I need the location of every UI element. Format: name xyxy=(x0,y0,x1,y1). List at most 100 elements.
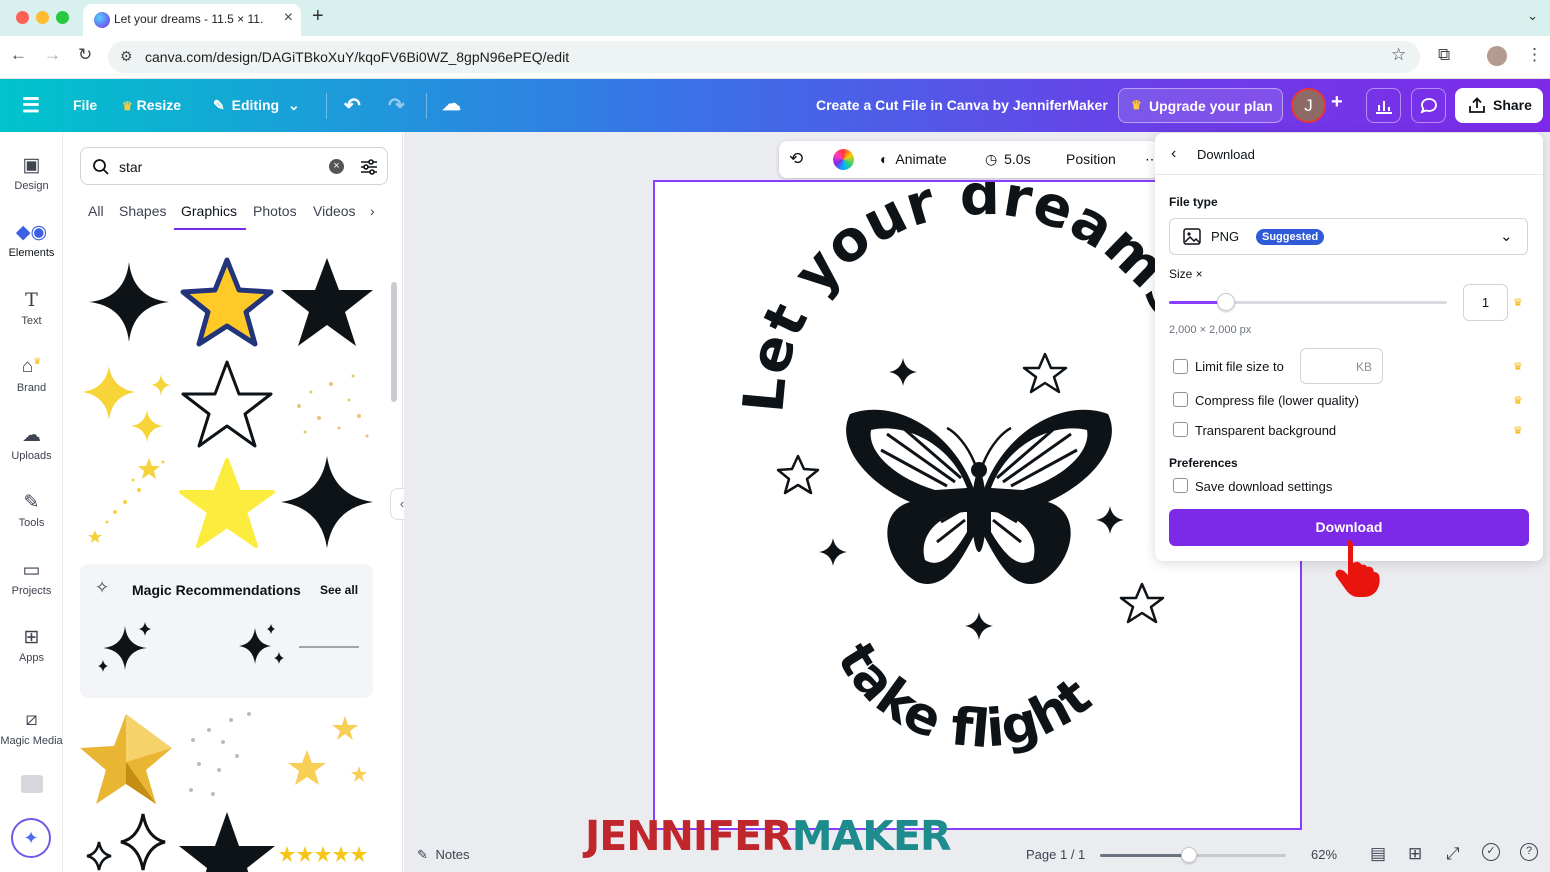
tab-videos[interactable]: Videos xyxy=(313,203,356,219)
rail-item-tools[interactable]: ✎ Tools xyxy=(0,491,63,529)
forward-icon[interactable]: → xyxy=(44,45,61,65)
ai-edit-icon[interactable]: ⟲ xyxy=(789,149,803,169)
graphic-tile-four-point-star[interactable] xyxy=(279,454,375,550)
rail-item-magic-media[interactable]: ⧄ Magic Media xyxy=(0,709,63,747)
rail-item-design[interactable]: ▣ Design xyxy=(0,154,63,192)
see-all-link[interactable]: See all xyxy=(320,583,358,597)
tab-graphics[interactable]: Graphics xyxy=(181,203,237,219)
editing-label: Editing xyxy=(231,97,280,113)
tabs-scroll-right-icon[interactable]: › xyxy=(370,203,375,219)
comments-icon[interactable] xyxy=(1411,88,1446,123)
minimize-window-button[interactable] xyxy=(36,11,49,24)
page-indicator[interactable]: Page 1 / 1 xyxy=(1026,847,1085,862)
file-menu[interactable]: File xyxy=(73,97,97,113)
browser-menu-icon[interactable]: ⋮ xyxy=(1526,45,1543,65)
size-input[interactable]: 1 xyxy=(1463,284,1508,321)
back-icon[interactable]: ← xyxy=(10,45,27,65)
recommendation-sparkles-2[interactable] xyxy=(235,622,291,672)
fullscreen-icon[interactable]: ⤢ xyxy=(1446,844,1460,864)
redo-icon[interactable]: ↷ xyxy=(388,93,405,118)
crown-icon: ♛ xyxy=(1513,395,1523,407)
graphic-tile-black-star[interactable] xyxy=(279,254,375,350)
transparent-background-checkbox[interactable] xyxy=(1173,422,1188,437)
file-type-dropdown[interactable]: PNG Suggested ⌄ xyxy=(1169,218,1528,255)
duration-button[interactable]: ◷ 5.0s xyxy=(985,151,1031,168)
page-view-icon[interactable]: ▤ xyxy=(1370,844,1386,864)
upgrade-plan-button[interactable]: ♛ Upgrade your plan xyxy=(1118,88,1283,123)
graphic-tile-gold-stars[interactable] xyxy=(277,710,373,806)
graphic-tile-silver-sparkles[interactable] xyxy=(179,710,275,806)
graphic-tile-yellow-star[interactable] xyxy=(179,254,275,350)
close-window-button[interactable] xyxy=(16,11,29,24)
graphic-tile-yellow-star-solid[interactable] xyxy=(179,454,275,550)
save-download-settings-checkbox[interactable] xyxy=(1173,478,1188,493)
bookmark-star-icon[interactable]: ☆ xyxy=(1391,45,1406,65)
clear-search-icon[interactable]: × xyxy=(329,159,344,174)
size-slider-track[interactable] xyxy=(1169,301,1447,304)
panel-scrollbar[interactable] xyxy=(391,282,397,402)
tab-photos[interactable]: Photos xyxy=(253,203,297,219)
close-tab-icon[interactable]: × xyxy=(284,9,293,27)
graphic-tile-outline-star[interactable] xyxy=(179,356,275,452)
rail-item-projects[interactable]: ▭ Projects xyxy=(0,559,63,597)
user-avatar[interactable]: J xyxy=(1291,88,1326,123)
graphic-tile-outline-sparkles[interactable] xyxy=(81,808,177,872)
editing-mode-button[interactable]: ✎ Editing ⌄ xyxy=(213,97,300,114)
recommendation-line[interactable] xyxy=(298,644,360,650)
rail-item-elements[interactable]: ◆◉ Elements xyxy=(0,221,63,259)
insights-chart-icon[interactable] xyxy=(1366,88,1401,123)
rail-item-text[interactable]: T Text xyxy=(0,289,63,327)
limit-file-size-checkbox[interactable] xyxy=(1173,359,1188,374)
file-size-limit-input[interactable]: KB xyxy=(1300,348,1383,384)
magic-assistant-icon[interactable]: ✦ xyxy=(11,818,51,858)
recommendation-sparkles-1[interactable] xyxy=(95,618,155,678)
cloud-saved-icon[interactable]: ☁ xyxy=(442,93,461,116)
rail-item-uploads[interactable]: ☁ Uploads xyxy=(0,424,63,462)
tab-search-chevron-icon[interactable]: ⌄ xyxy=(1527,8,1538,24)
back-chevron-icon[interactable]: ‹ xyxy=(1171,145,1176,163)
new-tab-button[interactable]: + xyxy=(312,5,324,28)
address-bar[interactable]: ⚙ canva.com/design/DAGiTBkoXuY/kqoFV6Bi0… xyxy=(108,41,1420,73)
reload-icon[interactable]: ↻ xyxy=(78,45,92,65)
undo-icon[interactable]: ↶ xyxy=(344,93,361,118)
zoom-percent[interactable]: 62% xyxy=(1311,847,1337,862)
extensions-icon[interactable]: ⧉ xyxy=(1438,45,1450,65)
graphic-tile-gold-3d-star[interactable] xyxy=(78,710,174,806)
maximize-window-button[interactable] xyxy=(56,11,69,24)
rail-item-brand[interactable]: ⌂♛ Brand xyxy=(0,356,63,394)
rail-label: Apps xyxy=(18,652,45,664)
compress-file-checkbox[interactable] xyxy=(1173,392,1188,407)
design-title[interactable]: Create a Cut File in Canva by JenniferMa… xyxy=(816,97,1108,113)
tab-shapes[interactable]: Shapes xyxy=(119,203,166,219)
resize-button[interactable]: ♛ Resize xyxy=(122,97,181,113)
hamburger-menu-icon[interactable]: ☰ xyxy=(22,93,40,118)
notes-label: Notes xyxy=(435,847,470,862)
graphic-tile-gold-dust[interactable] xyxy=(279,356,375,452)
graphic-tile-sparkle[interactable] xyxy=(81,254,177,350)
graphic-tile-black-star-2[interactable] xyxy=(179,812,275,872)
color-picker-icon[interactable] xyxy=(833,149,854,170)
profile-avatar-icon[interactable] xyxy=(1487,46,1507,66)
graphic-tile-five-star-rating[interactable] xyxy=(277,812,373,872)
browser-tab[interactable]: Let your dreams - 11.5 × 11.5 in × xyxy=(83,4,301,36)
filter-sliders-icon[interactable] xyxy=(360,158,378,176)
graphic-tile-yellow-sparkles[interactable] xyxy=(79,356,175,452)
site-settings-icon[interactable]: ⚙ xyxy=(120,48,133,65)
rail-item-apps[interactable]: ⊞ Apps xyxy=(0,626,63,664)
tab-all[interactable]: All xyxy=(88,203,104,219)
add-collaborator-icon[interactable]: + xyxy=(1331,91,1343,114)
check-icon[interactable]: ✓ xyxy=(1482,843,1500,861)
watermark-part-2: MAKER xyxy=(791,812,952,860)
grid-view-icon[interactable]: ⊞ xyxy=(1408,844,1422,864)
search-input[interactable]: star × xyxy=(80,147,388,185)
size-slider-handle[interactable] xyxy=(1217,293,1235,311)
help-icon[interactable]: ? xyxy=(1520,843,1538,861)
notes-button[interactable]: ✎ Notes xyxy=(417,847,470,863)
brand-icon: ⌂♛ xyxy=(21,356,42,377)
zoom-slider-handle[interactable] xyxy=(1181,847,1198,863)
position-button[interactable]: Position xyxy=(1066,151,1116,167)
graphic-tile-shooting-stars[interactable] xyxy=(79,450,175,546)
share-button[interactable]: Share xyxy=(1455,88,1543,123)
animate-button[interactable]: ◐ Animate xyxy=(880,151,947,167)
app-thumbnail-icon[interactable] xyxy=(21,775,43,793)
